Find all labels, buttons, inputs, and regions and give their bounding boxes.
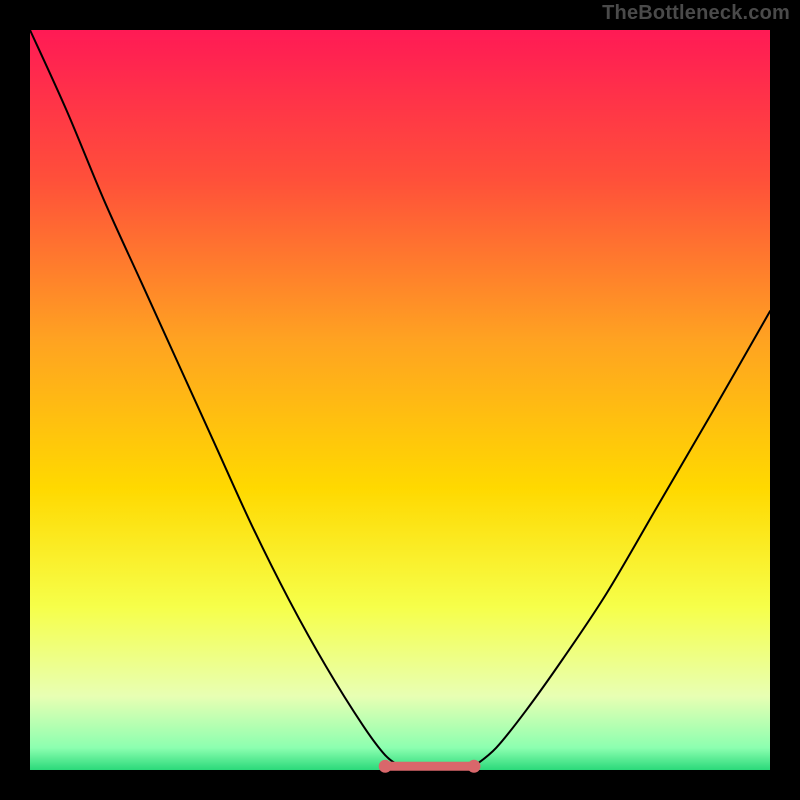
series-flat-bottom-marker-endpoint — [379, 760, 392, 773]
plot-background — [30, 30, 770, 770]
chart-frame: TheBottleneck.com — [0, 0, 800, 800]
series-flat-bottom-marker-endpoint — [468, 760, 481, 773]
watermark-label: TheBottleneck.com — [602, 2, 790, 25]
bottleneck-chart — [0, 0, 800, 800]
